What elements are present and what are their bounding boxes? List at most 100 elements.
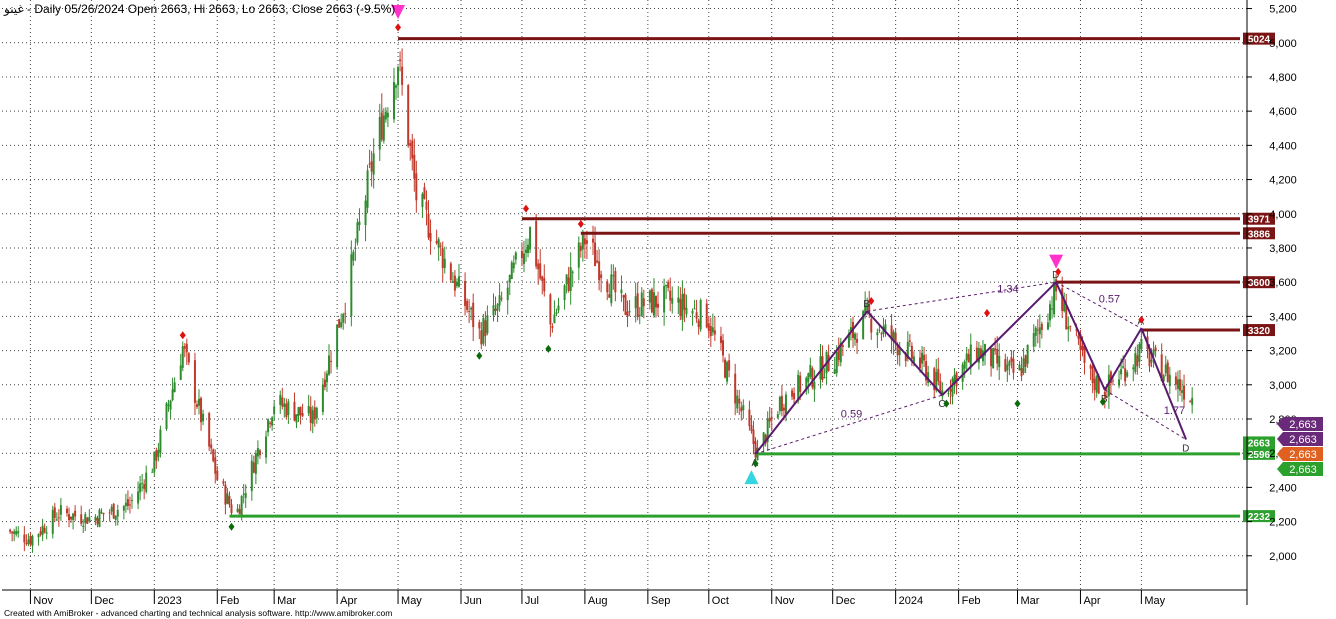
candle-body [27, 539, 30, 544]
candle-body [457, 276, 460, 287]
candle-body [37, 534, 40, 538]
candle-body [53, 507, 56, 518]
candle-body [994, 348, 997, 350]
candle-body [969, 344, 972, 368]
candle-body [145, 472, 148, 492]
candle-body [364, 200, 367, 226]
candle-body [908, 340, 911, 342]
candle-body [208, 413, 211, 447]
candle-body [636, 293, 639, 318]
candle-body [265, 436, 268, 458]
candle-body [112, 503, 115, 519]
x-tick-label: May [401, 595, 422, 607]
pattern-ratio: 0.57 [1099, 294, 1120, 306]
candle-body [1178, 379, 1181, 391]
candle-body [1026, 344, 1029, 364]
candle-body [996, 349, 999, 364]
candle-body [449, 263, 452, 281]
candle-body [1046, 322, 1049, 330]
candle-body [876, 332, 879, 336]
candle-body [55, 519, 58, 521]
candle-body [626, 311, 629, 317]
candle-body [807, 373, 810, 383]
x-tick-label: Feb [962, 595, 981, 607]
candle-body [1036, 329, 1039, 331]
candle-body [819, 356, 822, 380]
candle-body [25, 542, 28, 545]
candle-body [366, 170, 369, 208]
candle-body [657, 303, 660, 308]
price-chart[interactable]: 50243971388636003320259622322663 ABCDBAD… [0, 0, 1336, 619]
candle-body [998, 355, 1001, 368]
candle-body [39, 531, 42, 535]
candle-body [880, 333, 883, 335]
candle-body [88, 517, 91, 522]
candle-body [157, 449, 160, 457]
candle-body [295, 414, 298, 423]
candle-body [167, 404, 170, 406]
candle-body [139, 483, 142, 493]
pattern-ratio: 1.77 [1164, 405, 1185, 417]
candle-body [17, 531, 20, 534]
candle-body [307, 405, 310, 414]
candle-body [1124, 368, 1127, 382]
candle-body [482, 318, 485, 344]
candle-body [68, 514, 71, 521]
candle-body [230, 504, 233, 514]
candle-body [492, 305, 495, 316]
candle-body [921, 352, 924, 364]
candle-body [187, 353, 190, 363]
candle-body [1138, 343, 1141, 362]
candle-body [506, 287, 509, 301]
x-tick-label: Oct [712, 595, 729, 607]
y-tick-label: 3,200 [1269, 346, 1297, 358]
candle-body [650, 289, 653, 313]
candle-body [738, 398, 741, 404]
candle-body [529, 226, 532, 250]
x-tick-label: 2024 [899, 595, 923, 607]
candle-body [384, 112, 387, 120]
candle-body [273, 406, 276, 415]
candle-body [29, 535, 32, 545]
candle-body [1132, 367, 1135, 370]
candle-body [352, 251, 355, 261]
candle-body [222, 481, 225, 484]
candle-body [372, 153, 375, 175]
candle-body [486, 315, 489, 334]
candle-body [1006, 364, 1009, 371]
candle-body [358, 221, 361, 225]
candle-body [451, 281, 454, 283]
candle-body [427, 213, 430, 238]
candle-body [141, 483, 144, 485]
candle-body [1022, 358, 1025, 374]
candle-body [663, 285, 666, 313]
candle-body [114, 515, 117, 520]
candle-body [51, 509, 54, 534]
level-label: 3971 [1248, 215, 1271, 226]
candle-body [541, 276, 544, 281]
candle-body [610, 274, 613, 304]
candle-body [669, 290, 672, 301]
candle-body [183, 346, 186, 349]
candle-body [784, 394, 787, 415]
candle-body [878, 329, 881, 331]
candle-body [594, 242, 597, 267]
candle-body [750, 425, 753, 431]
candle-body [1166, 362, 1169, 383]
candle-body [283, 403, 286, 408]
candle-body [23, 534, 26, 543]
candle-body [776, 414, 779, 418]
candle-body [726, 361, 729, 382]
candle-body [342, 314, 345, 323]
candle-body [9, 529, 12, 532]
candle-body [628, 311, 631, 313]
candle-body [472, 302, 475, 328]
candle-body [1032, 333, 1035, 347]
candle-body [455, 281, 458, 286]
candle-body [181, 346, 184, 368]
candle-body [57, 517, 60, 519]
candle-body [301, 413, 304, 417]
candle-body [949, 388, 952, 392]
candle-body [202, 413, 205, 422]
candles [9, 48, 1194, 553]
